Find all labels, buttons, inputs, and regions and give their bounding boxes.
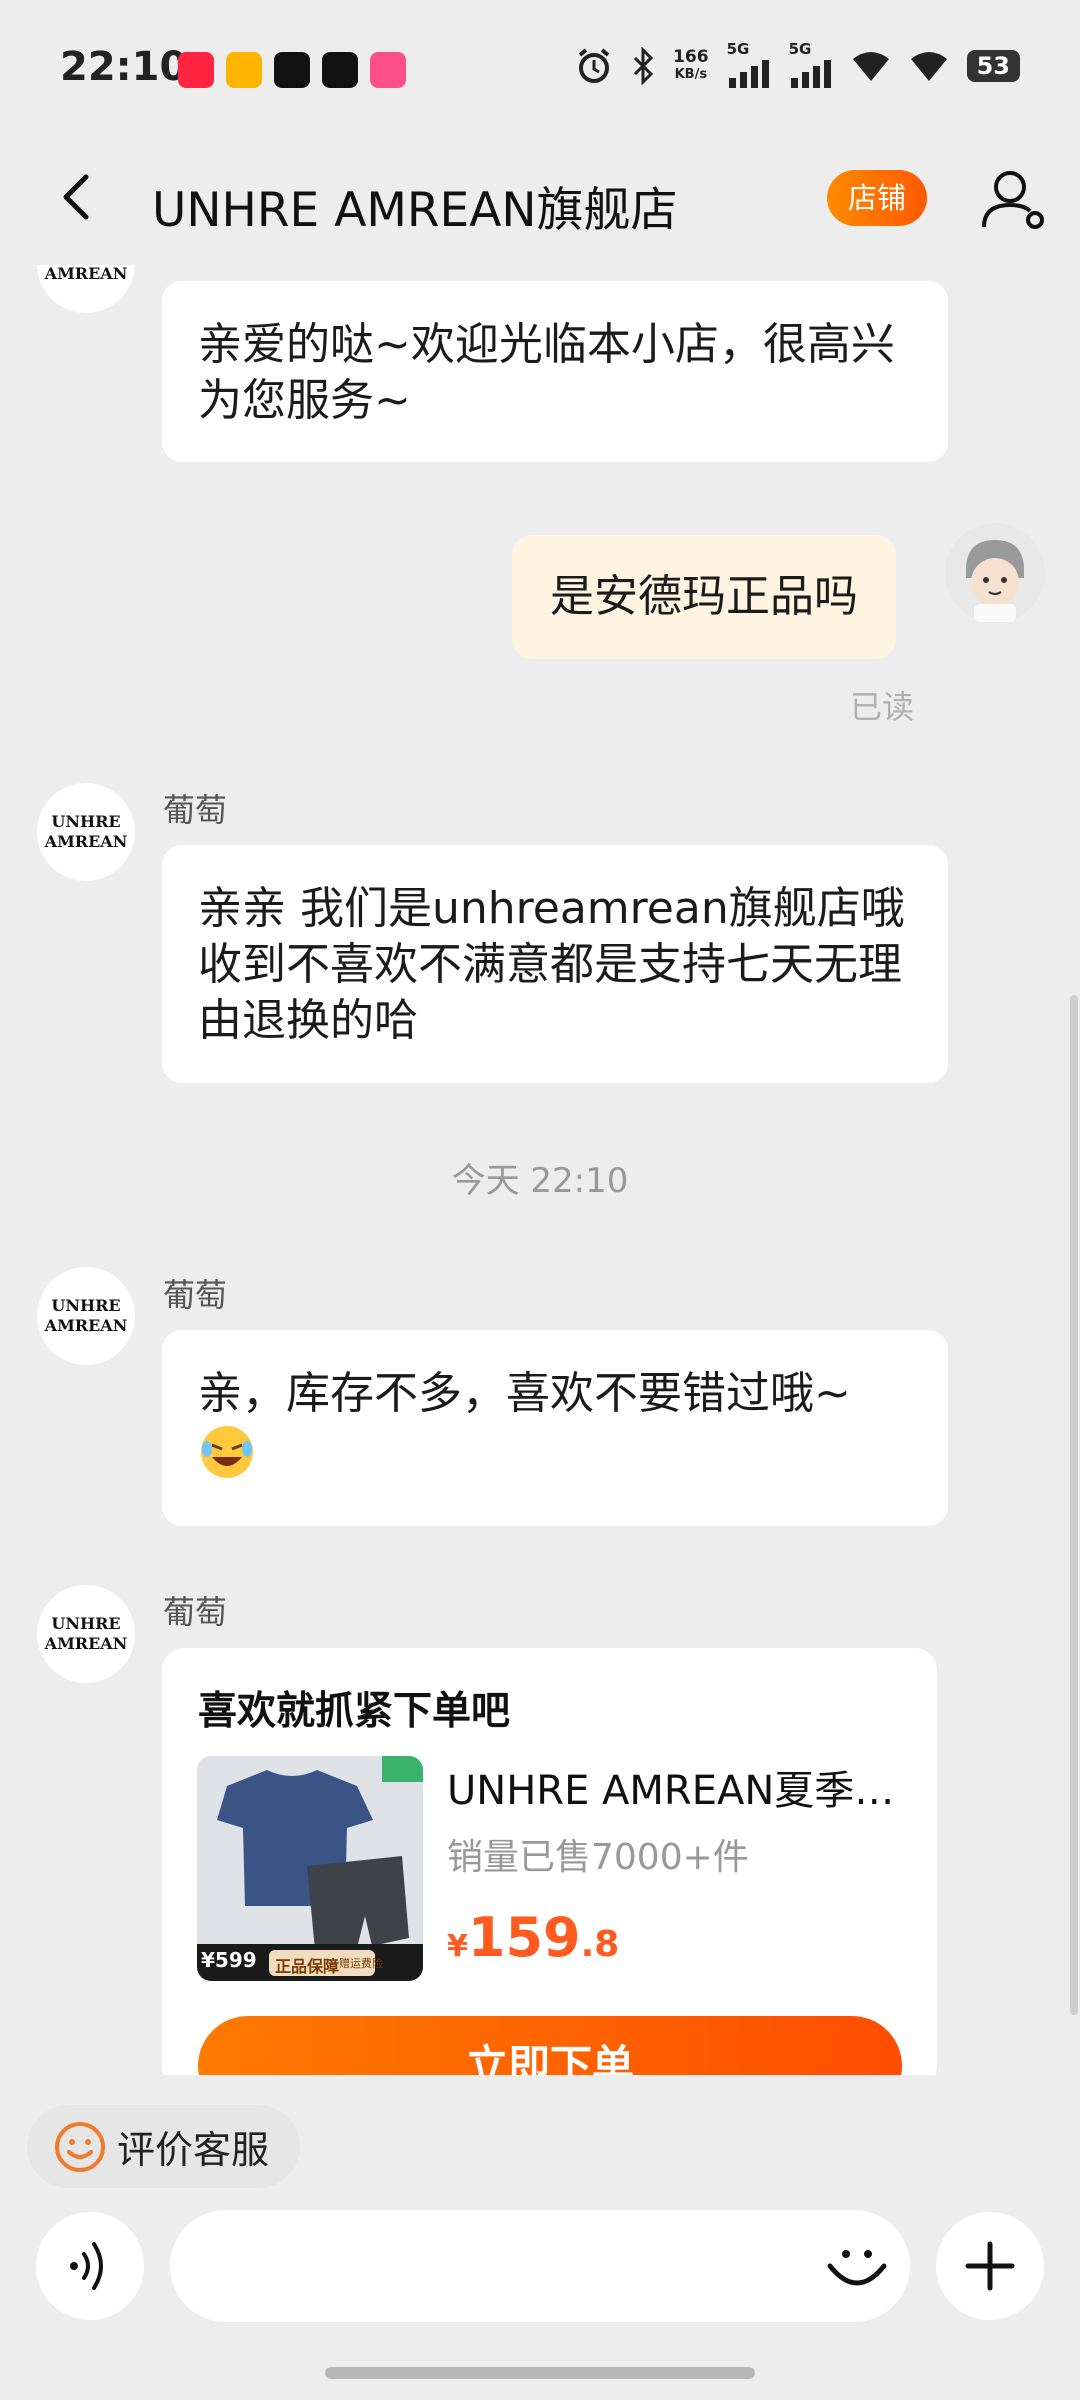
net-speed-unit: KB/s: [674, 67, 708, 82]
shop-avatar[interactable]: UNHRE AMREAN: [37, 783, 135, 881]
status-icons: 166 KB/s 5G 5G 53: [575, 40, 1020, 88]
avatar-text-line1: UNHRE: [51, 1614, 121, 1633]
product-image[interactable]: ¥599 正品保障 赠运费险: [197, 1756, 423, 1981]
status-bar: 22:10 166 KB/s 5G 5G 53: [0, 0, 1080, 135]
back-arrow-icon[interactable]: [50, 167, 110, 227]
signal-label: 5G: [726, 40, 750, 58]
my-message-bubble[interactable]: 是安德玛正品吗: [512, 535, 896, 659]
time-divider: 今天 22:10: [451, 1161, 629, 1201]
product-price: ¥159.8: [447, 1906, 619, 1969]
price-integer: 159: [467, 1906, 581, 1969]
smile-icon: [55, 2121, 105, 2172]
message-bubble[interactable]: 亲爱的哒~欢迎光临本小店，很高兴为您服务~: [162, 281, 948, 462]
sender-name: 葡萄: [163, 1276, 228, 1314]
plus-icon: [965, 2241, 1015, 2291]
capcut-icon: [274, 52, 310, 88]
image-badge-sub: 赠运费险: [339, 1957, 383, 1970]
price-symbol: ¥: [447, 1929, 468, 1964]
card-title: 喜欢就抓紧下单吧: [198, 1689, 511, 1734]
status-time: 22:10: [60, 44, 188, 90]
image-badge-tag: 正品保障: [275, 1957, 340, 1976]
alarm-icon: [578, 48, 610, 83]
rate-service-label: 评价客服: [117, 2128, 270, 2172]
message-text: 亲亲 我们是unhreamrean旗舰店哦 收到不喜欢不满意都是支持七天无理由退…: [198, 883, 905, 1046]
message-bubble[interactable]: 亲亲 我们是unhreamrean旗舰店哦 收到不喜欢不满意都是支持七天无理由退…: [162, 845, 948, 1083]
xiaohongshu-icon: [178, 52, 214, 88]
product-sales: 销量已售7000+件: [447, 1837, 749, 1878]
weibo-icon: [226, 52, 262, 88]
avatar-text-line2: AMREAN: [44, 265, 128, 283]
battery-icon: 53: [966, 50, 1020, 82]
notification-app-icons: [178, 52, 406, 88]
voice-button[interactable]: [36, 2212, 144, 2320]
shop-avatar[interactable]: UNHRE AMREAN: [37, 265, 135, 313]
tiktok-icon: [322, 52, 358, 88]
read-status: 已读: [850, 688, 915, 726]
avatar-text-line2: AMREAN: [44, 832, 128, 851]
chat-messages[interactable]: UNHRE AMREAN 亲爱的哒~欢迎光临本小店，很高兴为您服务~ 是安德玛正…: [0, 265, 1080, 2075]
bilibili-icon: [370, 52, 406, 88]
bluetooth-icon: [634, 47, 654, 85]
message-text: 亲爱的哒~欢迎光临本小店，很高兴为您服务~: [198, 319, 895, 426]
network-speed: 166 KB/s: [673, 48, 709, 84]
product-card[interactable]: 喜欢就抓紧下单吧 ¥599 正品保障 赠运费险 UNHRE AMREAN夏季… …: [162, 1648, 937, 2075]
sender-name: 葡萄: [163, 1593, 228, 1631]
image-badge-price: ¥599: [201, 1948, 257, 1972]
emoji-icon[interactable]: [820, 2228, 894, 2302]
store-button[interactable]: 店铺: [827, 170, 927, 226]
signal-label: 5G: [788, 40, 812, 58]
net-speed-value: 166: [673, 47, 709, 67]
user-settings-icon[interactable]: [980, 165, 1050, 235]
laughing-crying-emoji: [201, 1426, 253, 1478]
shop-avatar[interactable]: UNHRE AMREAN: [37, 1585, 135, 1683]
home-indicator[interactable]: [325, 2367, 755, 2379]
order-now-button[interactable]: 立即下单: [198, 2016, 902, 2075]
avatar-text-line1: UNHRE: [51, 812, 121, 831]
wifi-icon: [852, 52, 889, 81]
page-title: UNHRE AMREAN旗舰店: [152, 183, 678, 238]
more-options-button[interactable]: [936, 2212, 1044, 2320]
product-name[interactable]: UNHRE AMREAN夏季…: [447, 1758, 907, 1816]
price-decimal: .8: [580, 1924, 620, 1965]
avatar-text-line1: UNHRE: [51, 1296, 121, 1315]
message-input[interactable]: [170, 2210, 910, 2322]
user-avatar[interactable]: [944, 522, 1046, 624]
voice-icon: [70, 2242, 103, 2290]
signal-icon: 5G: [727, 40, 771, 88]
avatar-text-line2: AMREAN: [44, 1634, 128, 1653]
chat-scrollbar[interactable]: [1070, 995, 1078, 2015]
wifi-icon: [910, 52, 947, 81]
message-text: 亲，库存不多，喜欢不要错过哦~: [198, 1368, 851, 1419]
sender-name: 葡萄: [163, 791, 228, 829]
rate-service-button[interactable]: 评价客服: [27, 2105, 300, 2188]
message-bubble[interactable]: 亲，库存不多，喜欢不要错过哦~: [162, 1330, 948, 1526]
shop-avatar[interactable]: UNHRE AMREAN: [37, 1267, 135, 1365]
message-text: 是安德玛正品吗: [550, 571, 858, 622]
signal-icon: 5G: [789, 40, 833, 88]
avatar-text-line2: AMREAN: [44, 1316, 128, 1335]
chat-header: UNHRE AMREAN旗舰店 店铺: [0, 135, 1080, 265]
